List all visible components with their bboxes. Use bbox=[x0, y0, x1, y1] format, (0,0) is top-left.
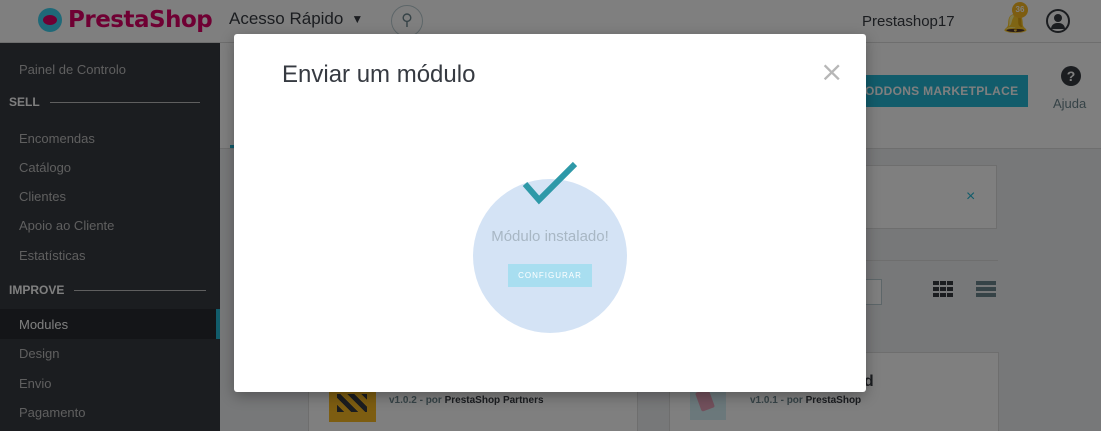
modal-title: Enviar um módulo bbox=[282, 61, 476, 88]
checkmark-icon bbox=[522, 161, 578, 205]
upload-module-modal: Enviar um módulo × Módulo instalado! CON… bbox=[234, 34, 866, 392]
success-message: Módulo instalado! bbox=[491, 228, 609, 245]
configure-button[interactable]: CONFIGURAR bbox=[508, 264, 592, 287]
close-icon[interactable]: × bbox=[820, 58, 843, 86]
